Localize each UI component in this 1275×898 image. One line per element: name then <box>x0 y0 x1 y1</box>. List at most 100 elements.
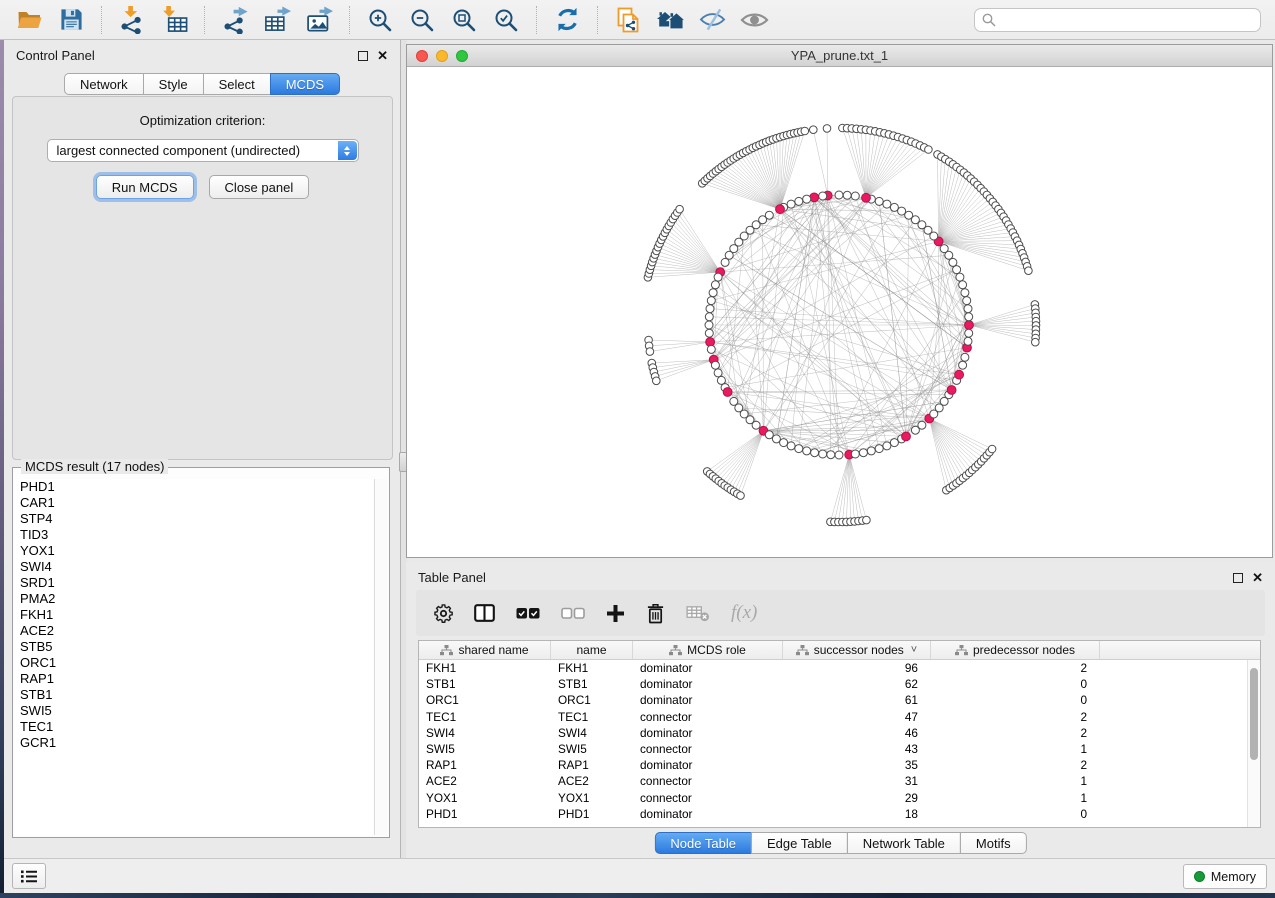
export-table-button[interactable] <box>258 3 296 37</box>
table-row[interactable]: ORC1ORC1dominator610 <box>419 692 1260 708</box>
table-cell[interactable]: 0 <box>931 676 1100 692</box>
graph-hub-node[interactable] <box>902 432 911 441</box>
table-row[interactable]: SWI4SWI4dominator462 <box>419 725 1260 741</box>
mcds-result-item[interactable]: FKH1 <box>15 607 373 623</box>
network-window-titlebar[interactable]: YPA_prune.txt_1 <box>407 45 1272 67</box>
mcds-result-item[interactable]: GCR1 <box>15 735 373 751</box>
run-mcds-button[interactable]: Run MCDS <box>96 175 194 199</box>
graph-node[interactable] <box>827 451 835 459</box>
graph-node[interactable] <box>835 451 843 459</box>
graph-node[interactable] <box>795 445 803 453</box>
table-cell[interactable]: SWI5 <box>419 741 551 757</box>
show-columns-button[interactable] <box>474 600 495 626</box>
graph-node[interactable] <box>940 245 948 253</box>
graph-node[interactable] <box>925 146 933 154</box>
graph-hub-node[interactable] <box>955 370 964 379</box>
table-cell[interactable]: 2 <box>931 660 1100 676</box>
graph-node[interactable] <box>714 369 722 377</box>
graph-node[interactable] <box>714 273 722 281</box>
table-cell[interactable]: 2 <box>931 757 1100 773</box>
graph-node[interactable] <box>1032 338 1040 346</box>
table-cell[interactable]: SWI4 <box>551 725 633 741</box>
table-cell[interactable]: 1 <box>931 741 1100 757</box>
column-header-name[interactable]: name <box>551 641 633 659</box>
table-scrollbar-thumb[interactable] <box>1250 668 1258 760</box>
memory-button[interactable]: Memory <box>1183 864 1267 889</box>
graph-node[interactable] <box>810 126 818 134</box>
table-cell[interactable]: 47 <box>783 709 931 725</box>
graph-node[interactable] <box>959 281 967 289</box>
close-window-icon[interactable] <box>416 50 428 62</box>
mcds-result-item[interactable]: SRD1 <box>15 575 373 591</box>
table-cell[interactable]: dominator <box>633 676 783 692</box>
column-header-mcds-role[interactable]: MCDS role <box>633 641 783 659</box>
mcds-result-item[interactable]: TEC1 <box>15 719 373 735</box>
graph-node[interactable] <box>705 313 713 321</box>
table-cell[interactable]: 43 <box>783 741 931 757</box>
save-session-button[interactable] <box>52 3 90 37</box>
graph-node[interactable] <box>875 197 883 205</box>
graph-node[interactable] <box>965 329 973 337</box>
graph-node[interactable] <box>707 345 715 353</box>
graph-node[interactable] <box>787 442 795 450</box>
column-header-predecessor-nodes[interactable]: predecessor nodes <box>931 641 1100 659</box>
column-header-successor-nodes[interactable]: successor nodes ˅ <box>783 641 931 659</box>
table-cell[interactable]: YOX1 <box>551 790 633 806</box>
table-cell[interactable]: connector <box>633 741 783 757</box>
graph-node[interactable] <box>819 450 827 458</box>
tab-network[interactable]: Network <box>64 73 144 95</box>
table-cell[interactable]: ORC1 <box>551 692 633 708</box>
graph-node[interactable] <box>988 445 996 453</box>
graph-hub-node[interactable] <box>723 388 732 397</box>
table-cell[interactable]: RAP1 <box>419 757 551 773</box>
export-network-button[interactable] <box>216 3 254 37</box>
table-settings-button[interactable] <box>434 600 453 626</box>
mcds-result-item[interactable]: PMA2 <box>15 591 373 607</box>
hide-selected-button[interactable] <box>693 3 731 37</box>
table-cell[interactable]: dominator <box>633 725 783 741</box>
table-cell[interactable]: 35 <box>783 757 931 773</box>
network-canvas[interactable] <box>407 67 1272 557</box>
column-header-shared-name[interactable]: shared name <box>419 641 551 659</box>
zoom-out-button[interactable] <box>403 3 441 37</box>
table-cell[interactable]: SWI5 <box>551 741 633 757</box>
graph-node[interactable] <box>803 195 811 203</box>
tab-network-table[interactable]: Network Table <box>847 832 961 854</box>
tab-select[interactable]: Select <box>203 73 271 95</box>
graph-node[interactable] <box>646 348 654 356</box>
mcds-result-item[interactable]: YOX1 <box>15 543 373 559</box>
table-cell[interactable]: 62 <box>783 676 931 692</box>
table-cell[interactable]: dominator <box>633 660 783 676</box>
graph-node[interactable] <box>890 203 898 211</box>
table-cell[interactable]: YOX1 <box>419 790 551 806</box>
table-cell[interactable]: FKH1 <box>551 660 633 676</box>
graph-node[interactable] <box>859 449 867 457</box>
graph-hub-node[interactable] <box>776 205 785 214</box>
tab-style[interactable]: Style <box>143 73 204 95</box>
tab-motifs[interactable]: Motifs <box>960 832 1027 854</box>
graph-node[interactable] <box>851 192 859 200</box>
table-cell[interactable]: 61 <box>783 692 931 708</box>
table-scrollbar[interactable] <box>1247 660 1260 827</box>
open-session-button[interactable] <box>10 3 48 37</box>
table-cell[interactable]: connector <box>633 709 783 725</box>
graph-node[interactable] <box>811 449 819 457</box>
graph-node[interactable] <box>721 258 729 266</box>
table-cell[interactable]: STB1 <box>419 676 551 692</box>
table-row[interactable]: YOX1YOX1connector291 <box>419 790 1260 806</box>
table-row[interactable]: FKH1FKH1dominator962 <box>419 660 1260 676</box>
graph-node[interactable] <box>956 273 964 281</box>
deselect-all-button[interactable] <box>561 600 585 626</box>
table-cell[interactable]: 46 <box>783 725 931 741</box>
table-cell[interactable]: dominator <box>633 757 783 773</box>
graph-node[interactable] <box>801 127 809 135</box>
graph-node[interactable] <box>964 305 972 313</box>
graph-node[interactable] <box>963 297 971 305</box>
table-cell[interactable]: dominator <box>633 692 783 708</box>
graph-hub-node[interactable] <box>965 321 974 330</box>
graph-node[interactable] <box>803 447 811 455</box>
table-cell[interactable]: 0 <box>931 692 1100 708</box>
mcds-result-item[interactable]: STB5 <box>15 639 373 655</box>
delete-column-button[interactable] <box>646 600 665 626</box>
table-cell[interactable]: 2 <box>931 709 1100 725</box>
